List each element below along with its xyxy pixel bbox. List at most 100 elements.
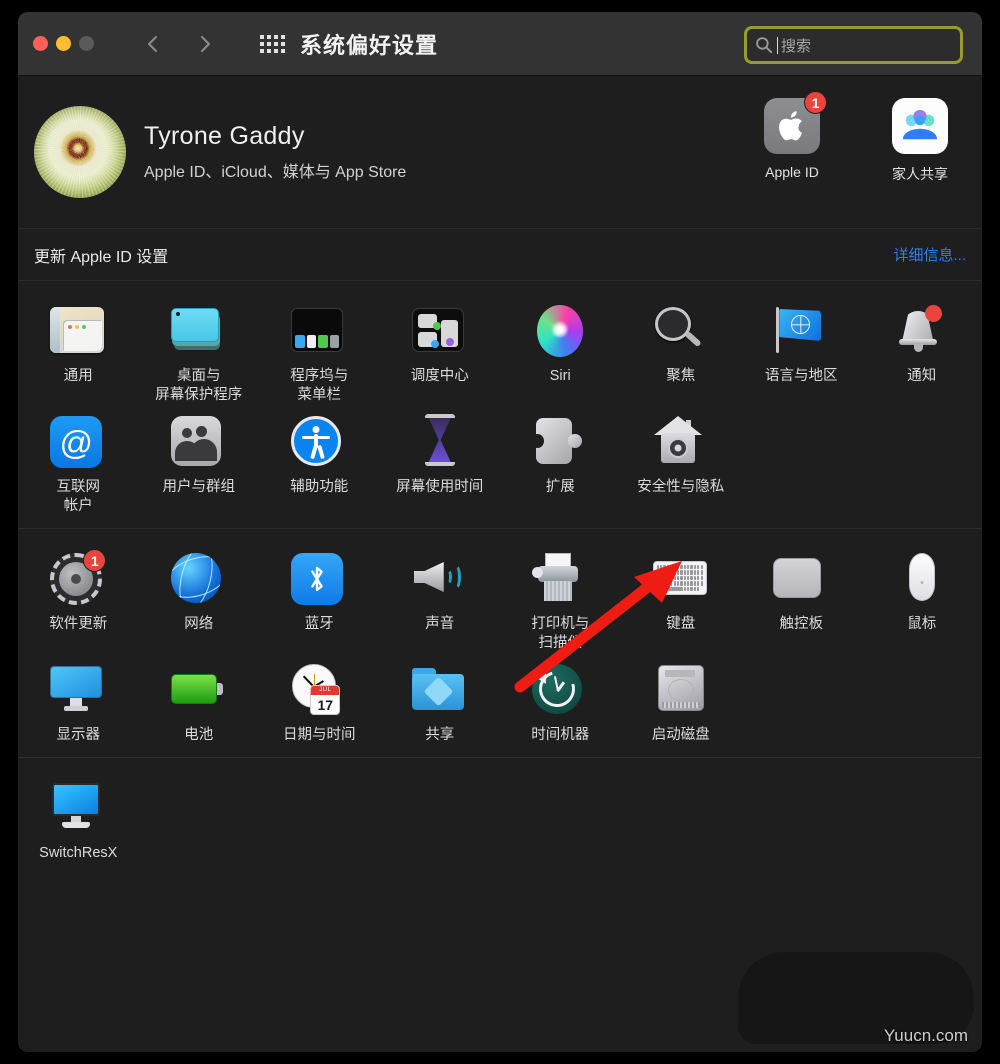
pref-mission-control[interactable]: 调度中心: [380, 298, 501, 405]
pref-label: 时间机器: [531, 727, 590, 743]
status-badge: 1: [83, 549, 107, 572]
forward-chevron-icon[interactable]: [194, 33, 216, 55]
pref-time-machine[interactable]: 时间机器: [500, 657, 621, 745]
pref-keyboard[interactable]: 键盘: [621, 546, 742, 653]
time-machine-icon: [532, 661, 588, 717]
pref-empty: [380, 775, 501, 863]
pref-dock-menubar[interactable]: 程序坞与 菜单栏: [259, 298, 380, 405]
pref-label: 显示器: [56, 727, 101, 743]
pref-users-groups[interactable]: 用户与群组: [139, 409, 260, 516]
family-sharing-tile: [892, 98, 948, 154]
pref-row: 显示器 电池 JUL 17 日期与时间 共享 时间机器 启动磁盘: [18, 657, 982, 745]
search-icon: [755, 36, 773, 54]
pref-switchresx[interactable]: SwitchResX: [18, 775, 139, 863]
internet-accounts-icon: @: [50, 413, 106, 469]
pref-empty: [741, 657, 862, 745]
general-icon: [50, 302, 106, 358]
pref-printers-scanners[interactable]: 打印机与 扫描仪: [500, 546, 621, 653]
pref-empty: [139, 775, 260, 863]
pane-apple-id[interactable]: 1 Apple ID: [752, 91, 832, 184]
pref-empty: [741, 409, 862, 516]
pref-desktop-screensaver[interactable]: 桌面与 屏幕保护程序: [139, 298, 260, 405]
sound-icon: [412, 550, 468, 606]
pref-sharing[interactable]: 共享: [380, 657, 501, 745]
window-toolbar: 系统偏好设置 搜索: [18, 12, 982, 76]
startup-disk-icon: [653, 661, 709, 717]
pref-screen-time[interactable]: 屏幕使用时间: [380, 409, 501, 516]
screen-time-icon: [412, 413, 468, 469]
pref-accessibility[interactable]: 辅助功能: [259, 409, 380, 516]
pref-label: 互联网 帐户: [56, 479, 101, 514]
displays-icon: [50, 661, 106, 717]
pref-label: 共享: [425, 727, 455, 743]
pane-label: 家人共享: [892, 166, 948, 182]
pref-empty: [741, 775, 862, 863]
details-link[interactable]: 详细信息...: [893, 244, 966, 265]
pref-internet-accounts[interactable]: @ 互联网 帐户: [18, 409, 139, 516]
apple-id-update-strip: 更新 Apple ID 设置 详细信息...: [18, 229, 982, 281]
pref-software-update[interactable]: 1 软件更新: [18, 546, 139, 653]
close-button[interactable]: [33, 36, 48, 51]
status-badge: 1: [804, 91, 827, 114]
network-icon: [170, 550, 227, 606]
pref-label: 键盘: [666, 616, 696, 632]
pref-extensions[interactable]: 扩展: [500, 409, 621, 516]
pref-row: 通用 桌面与 屏幕保护程序 程序坞与 菜单栏 调度中心 Siri 聚焦 语言与地…: [18, 298, 982, 405]
extensions-icon: [531, 413, 588, 469]
calendar-day: 17: [317, 697, 334, 713]
pref-label: 屏幕使用时间: [396, 479, 484, 495]
search-field[interactable]: 搜索: [744, 26, 963, 64]
pref-general[interactable]: 通用: [18, 298, 139, 405]
apple-id-account-row[interactable]: Tyrone Gaddy Apple ID、iCloud、媒体与 App Sto…: [18, 76, 982, 229]
pref-startup-disk[interactable]: 启动磁盘: [621, 657, 742, 745]
pref-security-privacy[interactable]: 安全性与隐私: [621, 409, 742, 516]
trackpad-icon: [773, 550, 829, 606]
pane-family-sharing[interactable]: 家人共享: [880, 98, 960, 184]
switchresx-icon: [50, 779, 106, 835]
pref-label: 程序坞与 菜单栏: [290, 368, 349, 403]
pref-empty: [862, 657, 983, 745]
account-subtitle: Apple ID、iCloud、媒体与 App Store: [144, 164, 407, 181]
pref-displays[interactable]: 显示器: [18, 657, 139, 745]
pref-label: 鼠标: [907, 616, 937, 632]
desktop-screensaver-icon: [170, 302, 227, 358]
battery-icon: [170, 661, 227, 717]
pref-sound[interactable]: 声音: [380, 546, 501, 653]
pref-label: Siri: [549, 368, 571, 384]
pref-empty: [621, 775, 742, 863]
pref-row: @ 互联网 帐户 用户与群组 辅助功能 屏幕使用时间 扩展 安全性与隐私: [18, 409, 982, 516]
calendar-month: JUL: [311, 686, 340, 695]
avatar[interactable]: [34, 106, 126, 198]
pref-notifications[interactable]: 通知: [862, 298, 983, 405]
mission-control-icon: [411, 302, 468, 358]
pref-label: 语言与地区: [765, 368, 838, 384]
text-caret: [777, 36, 778, 54]
account-quick-icons: 1 Apple ID 家人共享: [752, 91, 960, 184]
pref-label: 聚焦: [666, 368, 696, 384]
pref-battery[interactable]: 电池: [139, 657, 260, 745]
spotlight-icon: [653, 302, 709, 358]
zoom-button[interactable]: [79, 36, 94, 51]
pref-label: 桌面与 屏幕保护程序: [155, 368, 243, 403]
pref-siri[interactable]: Siri: [500, 298, 621, 405]
pref-empty: [862, 409, 983, 516]
pref-date-time[interactable]: JUL 17 日期与时间: [259, 657, 380, 745]
pref-trackpad[interactable]: 触控板: [741, 546, 862, 653]
search-input[interactable]: 搜索: [781, 35, 811, 56]
page-title: 系统偏好设置: [300, 32, 439, 58]
family-sharing-icon: [892, 98, 948, 154]
pref-mouse[interactable]: 鼠标: [862, 546, 983, 653]
update-label: 更新 Apple ID 设置: [34, 248, 169, 266]
pref-language-region[interactable]: 语言与地区: [741, 298, 862, 405]
watermark: Yuucn.com: [883, 1026, 968, 1045]
pref-network[interactable]: 网络: [139, 546, 260, 653]
back-chevron-icon[interactable]: [142, 33, 164, 55]
show-all-icon[interactable]: [260, 34, 286, 54]
pref-label: 声音: [425, 616, 455, 632]
siri-icon: [532, 302, 588, 358]
pref-bluetooth[interactable]: 蓝牙: [259, 546, 380, 653]
pref-spotlight[interactable]: 聚焦: [621, 298, 742, 405]
minimize-button[interactable]: [56, 36, 71, 51]
keyboard-icon: [652, 550, 709, 606]
pref-label: 用户与群组: [162, 479, 236, 495]
